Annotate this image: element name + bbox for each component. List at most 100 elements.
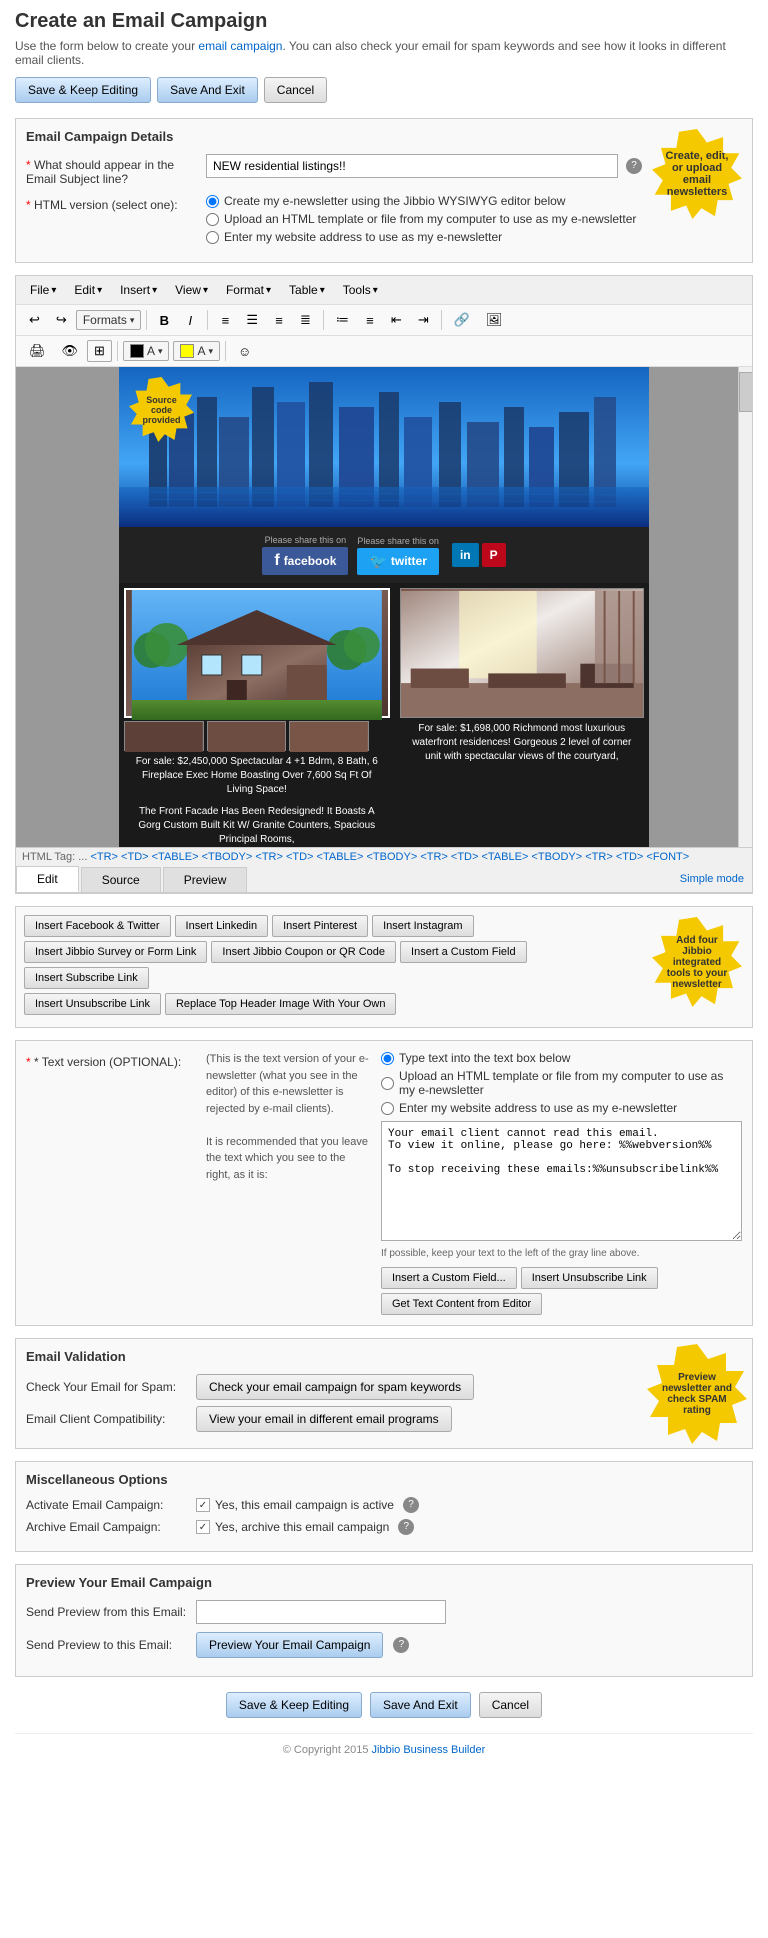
html-tag-tbody1[interactable]: <TBODY> <box>202 851 253 863</box>
insert-pinterest-button[interactable]: Insert Pinterest <box>272 915 368 937</box>
align-center-button[interactable]: ☰ <box>239 309 265 331</box>
tab-preview[interactable]: Preview <box>163 867 248 892</box>
font-color-button[interactable]: A ▾ <box>123 341 170 361</box>
subject-input-wrapper: ? <box>206 154 642 178</box>
html-option-3[interactable]: Enter my website address to use as my e-… <box>206 230 642 244</box>
cancel-button-bottom[interactable]: Cancel <box>479 1692 542 1718</box>
print-button[interactable]: 🖨 <box>22 340 53 362</box>
text-radio-3[interactable]: Enter my website address to use as my e-… <box>381 1101 742 1115</box>
html-option-2[interactable]: Upload an HTML template or file from my … <box>206 212 642 226</box>
insert-coupon-button[interactable]: Insert Jibbio Coupon or QR Code <box>211 941 396 963</box>
html-option-1[interactable]: Create my e-newsletter using the Jibbio … <box>206 194 642 208</box>
insert-custom-field-text-button[interactable]: Insert a Custom Field... <box>381 1267 517 1289</box>
subject-input[interactable] <box>206 154 618 178</box>
justify-button[interactable]: ≣ <box>293 309 318 331</box>
menu-table[interactable]: Table <box>281 280 333 300</box>
view-email-programs-button[interactable]: View your email in different email progr… <box>196 1406 452 1432</box>
text-radio-1[interactable]: Type text into the text box below <box>381 1051 742 1065</box>
insert-linkedin-button[interactable]: Insert Linkedin <box>175 915 269 937</box>
tab-source[interactable]: Source <box>81 867 161 892</box>
menu-edit[interactable]: Edit <box>66 280 110 300</box>
save-and-exit-button-bottom[interactable]: Save And Exit <box>370 1692 471 1718</box>
insert-instagram-button[interactable]: Insert Instagram <box>372 915 473 937</box>
text-version-row: * * Text version (OPTIONAL): (This is th… <box>26 1051 742 1315</box>
html-tag-td2[interactable]: <TD> <box>286 851 314 863</box>
outdent-button[interactable]: ⇤ <box>384 309 409 331</box>
subject-help-icon[interactable]: ? <box>626 158 642 174</box>
insert-unsubscribe-button[interactable]: Insert Unsubscribe Link <box>24 993 161 1015</box>
tab-edit[interactable]: Edit <box>16 866 79 892</box>
cancel-button-top[interactable]: Cancel <box>264 77 327 103</box>
activate-help-icon[interactable]: ? <box>403 1497 419 1513</box>
menu-view[interactable]: View <box>167 280 216 300</box>
footer-link[interactable]: Jibbio Business Builder <box>372 1744 486 1756</box>
text-version-controls: (This is the text version of your e-news… <box>206 1051 742 1315</box>
ordered-list-button[interactable]: ≡ <box>358 310 382 331</box>
html-tag-tr4[interactable]: <TR> <box>585 851 613 863</box>
editor-content[interactable]: Source code provided Please share this o… <box>16 367 752 847</box>
insert-unsubscribe-text-button[interactable]: Insert Unsubscribe Link <box>521 1267 658 1289</box>
menu-format[interactable]: Format <box>218 280 279 300</box>
archive-help-icon[interactable]: ? <box>398 1519 414 1535</box>
html-tag-td3[interactable]: <TD> <box>451 851 479 863</box>
bold-button[interactable]: B <box>152 310 176 331</box>
get-text-content-button[interactable]: Get Text Content from Editor <box>381 1293 542 1315</box>
preview-toggle-button[interactable]: 👁 <box>55 340 86 362</box>
html-tag-tbody3[interactable]: <TBODY> <box>531 851 582 863</box>
html-tag-td4[interactable]: <TD> <box>616 851 644 863</box>
table-button[interactable]: ⊞ <box>87 340 112 362</box>
html-tag-font[interactable]: <FONT> <box>646 851 689 863</box>
text-version-textarea[interactable]: Your email client cannot read this email… <box>381 1121 742 1241</box>
indent-button[interactable]: ⇥ <box>411 309 436 331</box>
text-radio-2[interactable]: Upload an HTML template or file from my … <box>381 1069 742 1097</box>
html-tag-tr2[interactable]: <TR> <box>255 851 283 863</box>
save-and-exit-button-top[interactable]: Save And Exit <box>157 77 258 103</box>
formats-dropdown[interactable]: Formats <box>76 310 142 330</box>
insert-subscribe-button[interactable]: Insert Subscribe Link <box>24 967 149 989</box>
insert-custom-field-button[interactable]: Insert a Custom Field <box>400 941 527 963</box>
listing-2-price: For sale: $1,698,000 Richmond most luxur… <box>400 718 644 768</box>
save-keep-editing-button-top[interactable]: Save & Keep Editing <box>15 77 151 103</box>
align-right-button[interactable]: ≡ <box>267 310 291 331</box>
send-from-input[interactable] <box>196 1600 446 1624</box>
text-version-section: * * Text version (OPTIONAL): (This is th… <box>15 1040 753 1326</box>
send-to-label: Send Preview to this Email: <box>26 1638 196 1652</box>
save-keep-editing-button-bottom[interactable]: Save & Keep Editing <box>226 1692 362 1718</box>
listing-left: For sale: $2,450,000 Spectacular 4 +1 Bd… <box>119 583 395 847</box>
emoji-button[interactable]: ☺ <box>231 341 258 362</box>
menu-insert[interactable]: Insert <box>112 280 165 300</box>
preview-email-button[interactable]: Preview Your Email Campaign <box>196 1632 383 1658</box>
html-tag-table3[interactable]: <TABLE> <box>481 851 528 863</box>
separator-6 <box>225 341 226 361</box>
image-button[interactable]: 🖼 <box>479 309 510 331</box>
archive-checkbox[interactable]: ✓ <box>196 1520 210 1534</box>
preview-help-icon[interactable]: ? <box>393 1637 409 1653</box>
html-tag-table1[interactable]: <TABLE> <box>152 851 199 863</box>
html-tag-tr3[interactable]: <TR> <box>420 851 448 863</box>
html-tag-table2[interactable]: <TABLE> <box>317 851 364 863</box>
replace-header-image-button[interactable]: Replace Top Header Image With Your Own <box>165 993 397 1015</box>
bg-color-button[interactable]: A ▾ <box>173 341 220 361</box>
insert-survey-button[interactable]: Insert Jibbio Survey or Form Link <box>24 941 207 963</box>
separator-5 <box>117 341 118 361</box>
activate-checkbox[interactable]: ✓ <box>196 1498 210 1512</box>
send-from-row: Send Preview from this Email: <box>26 1600 742 1624</box>
html-tag-tbody2[interactable]: <TBODY> <box>367 851 418 863</box>
insert-facebook-twitter-button[interactable]: Insert Facebook & Twitter <box>24 915 171 937</box>
html-tag-td1[interactable]: <TD> <box>121 851 149 863</box>
undo-button[interactable]: ↩ <box>22 309 47 331</box>
redo-button[interactable]: ↪ <box>49 309 74 331</box>
simple-mode-link[interactable]: Simple mode <box>672 868 752 890</box>
menu-file[interactable]: File <box>22 280 64 300</box>
italic-button[interactable]: I <box>178 310 202 331</box>
footer-text: © Copyright 2015 <box>283 1744 372 1756</box>
thumb-3 <box>289 721 369 751</box>
align-left-button[interactable]: ≡ <box>213 310 237 331</box>
skyline-svg <box>119 367 649 527</box>
menu-tools[interactable]: Tools <box>335 280 386 300</box>
link-button[interactable]: 🔗 <box>447 309 477 331</box>
html-tag-tr1[interactable]: <TR> <box>90 851 118 863</box>
facebook-share: f facebook <box>262 547 348 575</box>
check-spam-button[interactable]: Check your email campaign for spam keywo… <box>196 1374 474 1400</box>
unordered-list-button[interactable]: ≔ <box>329 309 356 331</box>
